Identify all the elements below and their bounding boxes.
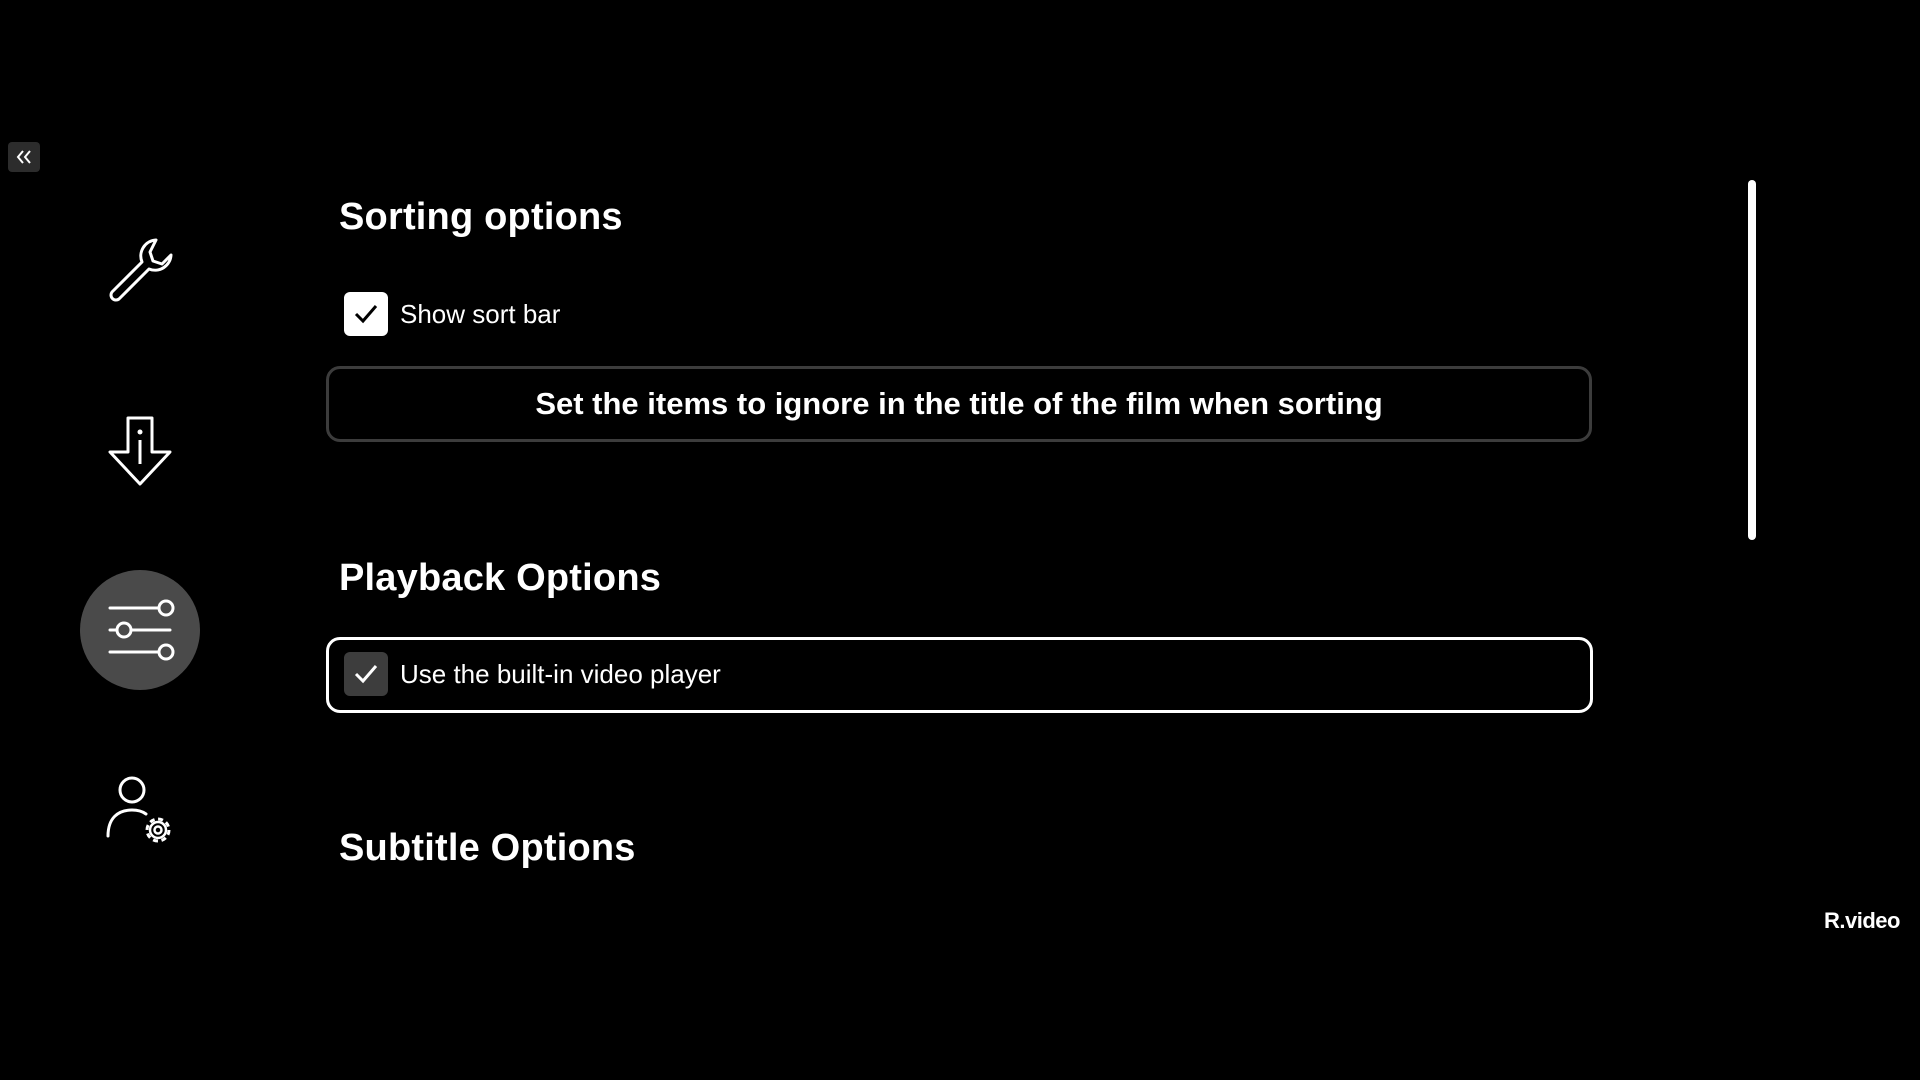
show-sort-bar-checkbox[interactable] [344,292,388,336]
sidebar-item-tools[interactable] [80,210,200,330]
playback-section-title: Playback Options [339,557,662,599]
sidebar-item-settings[interactable] [80,570,200,690]
checkmark-icon [354,665,378,684]
builtin-player-option[interactable]: Use the built-in video player [344,652,721,696]
sliders-icon [108,599,175,661]
brand-logo: R.video [1824,908,1900,933]
builtin-player-checkbox[interactable] [344,652,388,696]
sorting-section-title: Sorting options [339,196,623,238]
wrench-icon [109,238,173,302]
subtitle-section-title: Subtitle Options [339,827,636,869]
show-sort-bar-option[interactable]: Show sort bar [344,292,560,336]
scrollbar-thumb[interactable] [1748,180,1756,540]
settings-page: Sorting options Show sort bar Set the it… [0,0,1920,1080]
show-sort-bar-label: Show sort bar [400,298,561,329]
sidebar-item-account[interactable] [80,750,200,870]
user-settings-icon [106,776,171,843]
sidebar-item-downloads[interactable] [80,390,200,510]
builtin-player-label: Use the built-in video player [400,658,721,689]
checkmark-icon [354,305,378,324]
ignore-title-items-button[interactable]: Set the items to ignore in the title of … [326,366,1592,442]
sidebar-nav [0,0,280,1080]
download-arrow-icon [108,416,172,486]
